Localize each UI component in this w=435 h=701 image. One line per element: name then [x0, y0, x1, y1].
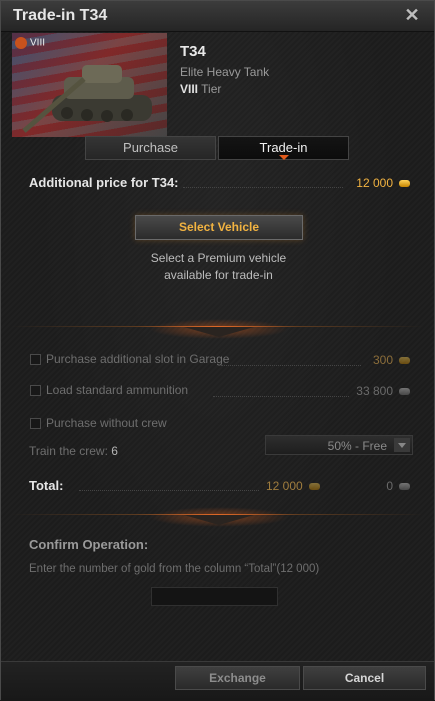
gold-coin-icon	[308, 483, 320, 491]
slot-checkbox[interactable]	[30, 354, 41, 365]
ammo-checkbox[interactable]	[30, 385, 41, 396]
crew-count: 6	[111, 444, 118, 458]
divider-arrow	[184, 327, 254, 337]
total-gold: 12 000	[266, 479, 320, 493]
silver-coin-icon	[399, 388, 410, 396]
ammo-price: 33 800	[356, 384, 410, 398]
slot-price-amount: 300	[372, 353, 393, 367]
dotted-leader	[183, 187, 343, 188]
tier-numeral: VIII	[180, 82, 199, 96]
tab-trade-in-label: Trade-in	[259, 140, 308, 155]
elite-icon	[15, 37, 27, 49]
total-silver: 0	[386, 479, 410, 493]
gold-coin-icon	[399, 180, 410, 188]
tank-class: Elite Heavy Tank	[180, 65, 270, 79]
select-hint-line1: Select a Premium vehicle	[150, 251, 287, 265]
additional-price-value: 12 000	[356, 176, 410, 190]
total-silver-amount: 0	[386, 479, 393, 493]
gold-confirm-input[interactable]	[151, 587, 278, 606]
trade-in-dialog: Trade-in T34 ✕ VIII T34 Elite Heavy Tank…	[0, 0, 435, 701]
no-crew-label: Purchase without crew	[46, 416, 167, 430]
divider-arrow	[184, 515, 254, 525]
gold-coin-icon	[399, 357, 410, 365]
train-crew-label: Train the crew: 6	[29, 444, 118, 458]
total-label: Total:	[29, 478, 64, 493]
title-bar: Trade-in T34 ✕	[1, 1, 434, 32]
tier-word: Tier	[201, 82, 222, 96]
additional-price-label: Additional price for T34:	[29, 175, 179, 190]
cancel-button[interactable]: Cancel	[303, 666, 426, 690]
dotted-leader	[221, 365, 361, 366]
slot-label: Purchase additional slot in Garage	[46, 352, 230, 366]
total-gold-amount: 12 000	[266, 479, 303, 493]
dotted-leader	[213, 396, 349, 397]
train-crew-text: Train the crew:	[29, 444, 108, 458]
dotted-leader	[79, 490, 259, 491]
tank-tier: VIII Tier	[180, 82, 221, 96]
confirm-title: Confirm Operation:	[29, 537, 149, 552]
chevron-down-icon	[394, 438, 410, 452]
crew-training-value: 50% - Free	[327, 439, 387, 453]
exchange-button[interactable]: Exchange	[175, 666, 300, 690]
tank-name: T34	[180, 43, 206, 60]
ammo-price-amount: 33 800	[356, 384, 393, 398]
crew-training-select[interactable]: 50% - Free	[265, 435, 413, 455]
dialog-footer: Exchange Cancel	[1, 661, 434, 701]
dialog-title: Trade-in T34	[13, 7, 108, 24]
close-icon[interactable]: ✕	[402, 5, 422, 25]
tier-badge-text: VIII	[30, 37, 46, 49]
no-crew-checkbox[interactable]	[30, 418, 41, 429]
slot-price: 300	[373, 353, 410, 367]
tab-purchase[interactable]: Purchase	[85, 136, 216, 160]
select-hint-line2: available for trade-in	[164, 268, 273, 282]
additional-price-amount: 12 000	[356, 176, 393, 190]
ammo-label: Load standard ammunition	[46, 383, 189, 397]
confirm-instruction: Enter the number of gold from the column…	[29, 563, 320, 575]
silver-coin-icon	[399, 483, 410, 491]
active-tab-marker	[279, 155, 289, 160]
select-vehicle-button[interactable]: Select Vehicle	[135, 215, 303, 240]
mode-tabs: Purchase Trade-in	[85, 136, 351, 160]
tier-badge: VIII	[15, 37, 45, 49]
tab-trade-in[interactable]: Trade-in	[218, 136, 349, 160]
